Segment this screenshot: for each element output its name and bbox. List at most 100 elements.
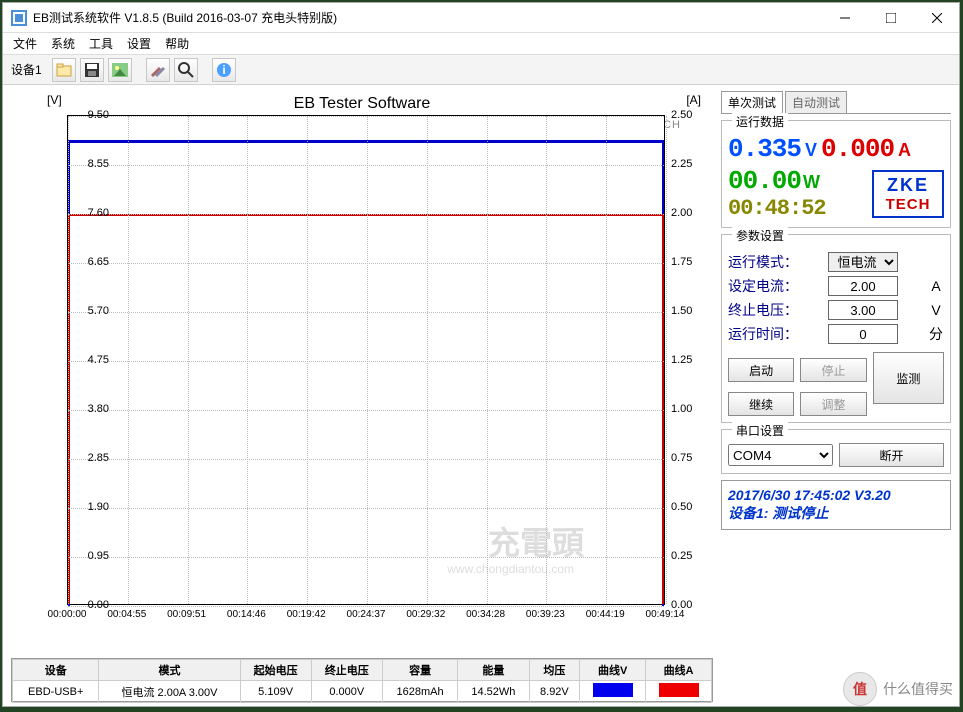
runtime-unit-label: 分: [928, 324, 944, 344]
ytick-right: 1.25: [671, 354, 701, 366]
xtick: 00:44:19: [586, 609, 625, 620]
th-energy: 能量: [458, 660, 529, 681]
minimize-button[interactable]: [831, 8, 859, 28]
zke-logo: ZKE TECH: [872, 170, 944, 218]
y-right-unit: [A]: [686, 93, 701, 107]
ytick-right: 0.25: [671, 550, 701, 562]
th-endv: 终止电压: [311, 660, 382, 681]
status-line2: 设备1: 测试停止: [728, 503, 944, 523]
monitor-button[interactable]: 监测: [873, 352, 944, 404]
table-row[interactable]: EBD-USB+ 恒电流 2.00A 3.00V 5.109V 0.000V 1…: [13, 681, 712, 703]
ytick-right: 0.75: [671, 452, 701, 464]
xtick: 00:14:46: [227, 609, 266, 620]
close-button[interactable]: [923, 8, 951, 28]
port-select[interactable]: COM4: [728, 444, 833, 466]
menu-help[interactable]: 帮助: [165, 35, 189, 52]
disconnect-button[interactable]: 断开: [839, 443, 944, 467]
ytick-right: 1.75: [671, 256, 701, 268]
ytick-left: 9.50: [75, 109, 109, 121]
zoom-button[interactable]: [174, 58, 198, 82]
td-avgv: 8.92V: [529, 681, 580, 703]
tab-auto[interactable]: 自动测试: [785, 91, 847, 113]
th-curvev: 曲线V: [580, 660, 646, 681]
ytick-right: 2.25: [671, 158, 701, 170]
tabs: 单次测试 自动测试: [721, 91, 951, 114]
power-readout: 00.00: [728, 166, 801, 196]
current-swatch[interactable]: [659, 683, 699, 697]
runtime-input[interactable]: [828, 324, 898, 344]
runtime-panel: 运行数据 0.335 V 0.000 A 00.00 W: [721, 120, 951, 228]
adjust-button[interactable]: 调整: [800, 392, 866, 416]
xtick: 00:29:32: [406, 609, 445, 620]
status-box: 2017/6/30 17:45:02 V3.20 设备1: 测试停止: [721, 480, 951, 530]
info-button[interactable]: i: [212, 58, 236, 82]
ytick-left: 8.55: [75, 158, 109, 170]
ytick-right: 1.00: [671, 403, 701, 415]
ytick-left: 4.75: [75, 354, 109, 366]
voltage-unit: V: [805, 140, 817, 161]
ytick-left: 1.90: [75, 501, 109, 513]
status-line1: 2017/6/30 17:45:02 V3.20: [728, 487, 944, 503]
window-title: EB测试系统软件 V1.8.5 (Build 2016-03-07 充电头特别版…: [33, 9, 831, 26]
runtime-title: 运行数据: [732, 113, 788, 130]
mode-label: 运行模式：: [728, 252, 798, 272]
serial-panel: 串口设置 COM4 断开: [721, 429, 951, 474]
runtime-label: 运行时间：: [728, 324, 798, 344]
logo-line2: TECH: [886, 196, 931, 213]
watermark-badge-icon: 值: [843, 672, 877, 706]
menu-tools[interactable]: 工具: [89, 35, 113, 52]
menubar: 文件 系统 工具 设置 帮助: [3, 33, 959, 55]
maximize-button[interactable]: [877, 8, 905, 28]
voltage-trace: [68, 140, 664, 143]
tools-button[interactable]: [146, 58, 170, 82]
start-button[interactable]: 启动: [728, 358, 794, 382]
mode-select[interactable]: 恒电流: [828, 252, 898, 272]
power-unit: W: [803, 172, 820, 193]
voltage-readout: 0.335: [728, 134, 801, 164]
ytick-left: 6.65: [75, 256, 109, 268]
ytick-left: 7.60: [75, 207, 109, 219]
menu-file[interactable]: 文件: [13, 35, 37, 52]
th-device: 设备: [13, 660, 99, 681]
td-startv: 5.109V: [240, 681, 311, 703]
y-left-unit: [V]: [47, 93, 62, 107]
current-input[interactable]: [828, 276, 898, 296]
xtick: 00:24:37: [347, 609, 386, 620]
th-mode: 模式: [99, 660, 240, 681]
current-unit: A: [898, 140, 911, 161]
th-curvea: 曲线A: [646, 660, 712, 681]
stop-button[interactable]: 停止: [800, 358, 866, 382]
watermark-url: www.chongdiantou.com: [447, 562, 574, 576]
logo-line1: ZKE: [887, 175, 929, 196]
open-button[interactable]: [52, 58, 76, 82]
chart-title: EB Tester Software: [294, 95, 431, 113]
xtick: 00:09:51: [167, 609, 206, 620]
svg-text:i: i: [222, 63, 225, 77]
td-curvev: [580, 681, 646, 703]
stopv-unit-label: V: [928, 302, 944, 318]
ytick-left: 5.70: [75, 305, 109, 317]
xtick: 00:04:55: [107, 609, 146, 620]
current-unit-label: A: [928, 278, 944, 294]
menu-system[interactable]: 系统: [51, 35, 75, 52]
titlebar: EB测试系统软件 V1.8.5 (Build 2016-03-07 充电头特别版…: [3, 3, 959, 33]
xtick: 00:34:28: [466, 609, 505, 620]
time-readout: 00:48:52: [728, 196, 826, 221]
voltage-swatch[interactable]: [593, 683, 633, 697]
plot-area[interactable]: 充電頭 www.chongdiantou.com: [67, 115, 665, 605]
xtick: 00:39:23: [526, 609, 565, 620]
current-label: 设定电流：: [728, 276, 798, 296]
ytick-left: 3.80: [75, 403, 109, 415]
ytick-right: 2.00: [671, 207, 701, 219]
image-button[interactable]: [108, 58, 132, 82]
stopv-input[interactable]: [828, 300, 898, 320]
app-icon: [11, 10, 27, 26]
th-capacity: 容量: [382, 660, 457, 681]
th-startv: 起始电压: [240, 660, 311, 681]
tab-single[interactable]: 单次测试: [721, 91, 783, 113]
params-panel: 参数设置 运行模式： 恒电流 设定电流： A 终止电压：: [721, 234, 951, 423]
menu-settings[interactable]: 设置: [127, 35, 151, 52]
continue-button[interactable]: 继续: [728, 392, 794, 416]
save-button[interactable]: [80, 58, 104, 82]
ytick-right: 0.50: [671, 501, 701, 513]
